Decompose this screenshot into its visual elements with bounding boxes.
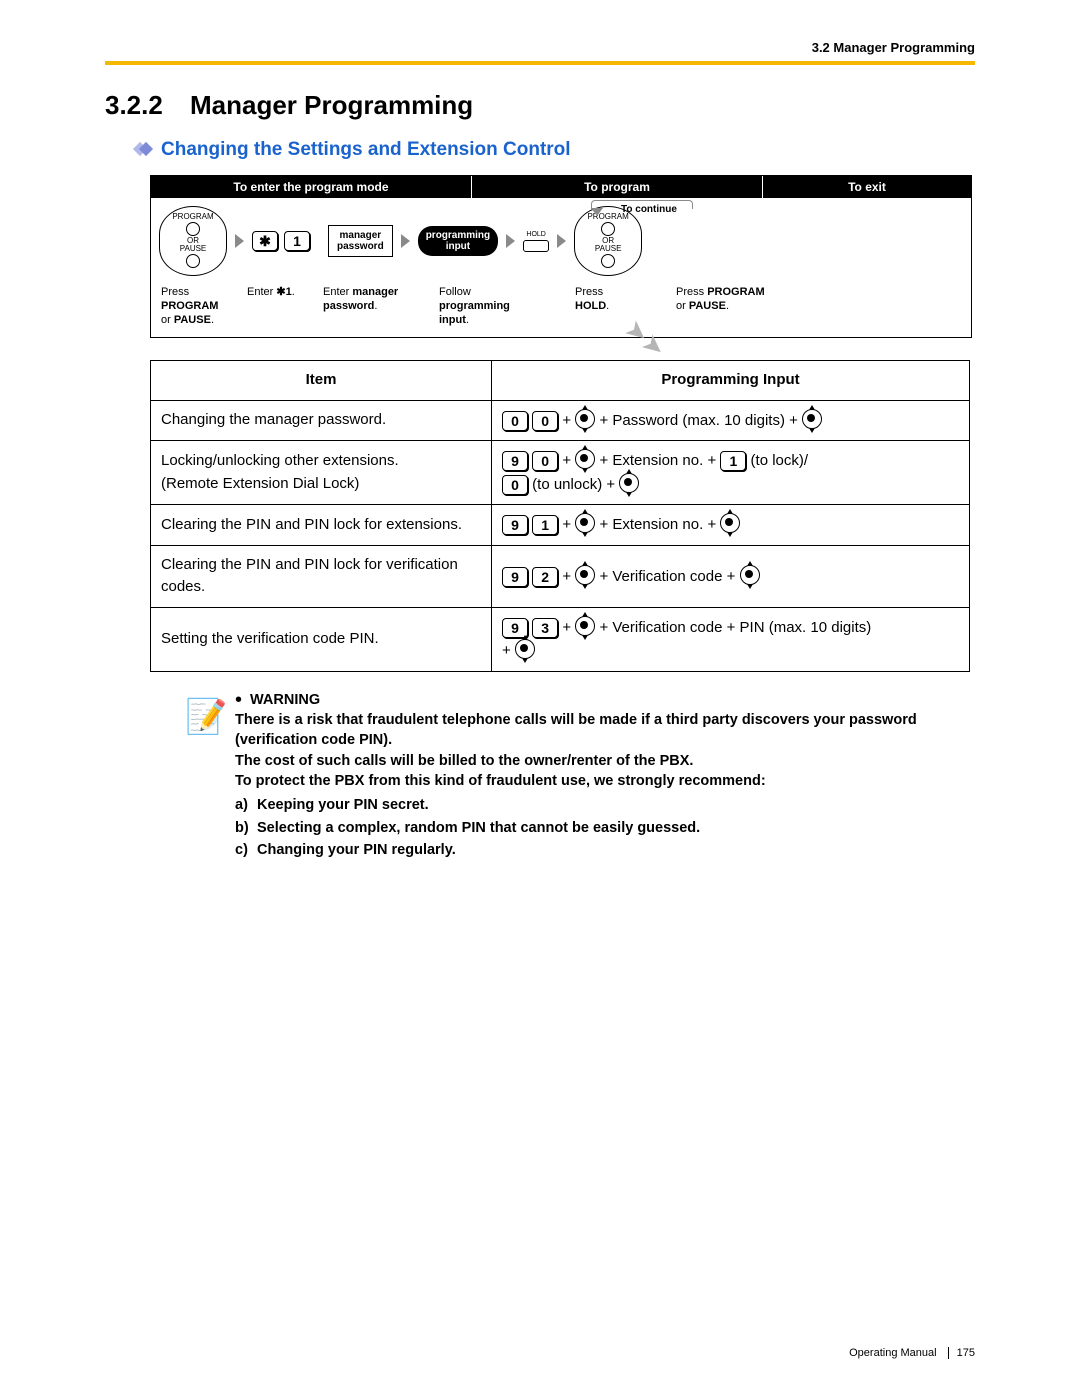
key-star: ✱ — [252, 231, 278, 251]
warning-list: a)Keeping your PIN secret. b)Selecting a… — [235, 795, 970, 860]
continue-label: To continue — [621, 204, 677, 215]
subsection-title: Changing the Settings and Extension Cont… — [135, 139, 975, 161]
item-cell: Clearing the PIN and PIN lock for extens… — [151, 505, 492, 546]
jog-dial-icon — [575, 513, 595, 533]
section-title: 3.2.2Manager Programming — [105, 90, 975, 121]
jog-dial-icon — [575, 409, 595, 429]
key-icon: 2 — [532, 567, 558, 587]
input-cell: 9 0 + + Extension no. + 1 (to lock)/ 0 (… — [492, 441, 970, 505]
warning-title: WARNING — [250, 692, 320, 708]
hold-key-icon: HOLD — [523, 231, 549, 252]
section-text: Manager Programming — [190, 90, 473, 120]
key-icon: 1 — [532, 515, 558, 535]
table-header-row: Item Programming Input — [151, 361, 970, 401]
warning-text: •WARNING There is a risk that fraudulent… — [235, 690, 970, 862]
phone-icon-enter: PROGRAM OR PAUSE — [159, 206, 227, 276]
jog-dial-icon — [740, 565, 760, 585]
item-cell: Changing the manager password. — [151, 400, 492, 441]
running-header: 3.2 Manager Programming — [105, 40, 975, 55]
flow-diagram: To enter the program mode To program To … — [150, 175, 972, 338]
flow-body: PROGRAM OR PAUSE ✱ 1 managerpassword pro… — [151, 198, 971, 280]
key-icon: 0 — [532, 451, 558, 471]
item-cell: Setting the verification code PIN. — [151, 607, 492, 671]
programming-table: Item Programming Input Changing the mana… — [150, 360, 970, 672]
note-icon: 📝 — [185, 690, 235, 862]
jog-dial-icon — [802, 409, 822, 429]
jog-dial-icon — [720, 513, 740, 533]
arrow-icon — [401, 234, 410, 248]
key-icon: 9 — [502, 567, 528, 587]
phone-icon-exit: PROGRAM OR PAUSE — [574, 206, 642, 276]
manager-password-box: managerpassword — [328, 225, 393, 257]
arrow-icon — [557, 234, 566, 248]
arrow-icon — [506, 234, 515, 248]
page-footer: Operating Manual 175 — [849, 1347, 975, 1359]
table-row: Clearing the PIN and PIN lock for extens… — [151, 505, 970, 546]
subsection-text: Changing the Settings and Extension Cont… — [161, 139, 571, 160]
warning-block: 📝 •WARNING There is a risk that fraudule… — [185, 690, 970, 862]
key-icon: 0 — [532, 411, 558, 431]
jog-dial-icon — [515, 639, 535, 659]
jog-dial-icon — [619, 473, 639, 493]
warning-p3: To protect the PBX from this kind of fra… — [235, 773, 766, 789]
item-cell: Locking/unlocking other extensions.(Remo… — [151, 441, 492, 505]
input-cell: 9 2 + + Verification code + — [492, 545, 970, 607]
flow-headers: To enter the program mode To program To … — [151, 176, 971, 198]
flow-header-exit: To exit — [763, 176, 971, 198]
th-prog-input: Programming Input — [492, 361, 970, 401]
jog-dial-icon — [575, 449, 595, 469]
table-row: Setting the verification code PIN. 9 3 +… — [151, 607, 970, 671]
diamond-icon — [135, 139, 161, 160]
input-cell: 0 0 + + Password (max. 10 digits) + — [492, 400, 970, 441]
header-rule — [105, 61, 975, 65]
key-icon: 9 — [502, 451, 528, 471]
table-row: Locking/unlocking other extensions.(Remo… — [151, 441, 970, 505]
item-cell: Clearing the PIN and PIN lock for verifi… — [151, 545, 492, 607]
key-icon: 3 — [532, 618, 558, 638]
key-one: 1 — [284, 231, 310, 251]
section-number: 3.2.2 — [105, 90, 190, 121]
flow-header-program: To program — [472, 176, 763, 198]
key-icon: 9 — [502, 515, 528, 535]
flow-captions: Press PROGRAMor PAUSE. Enter ✱1. Enter m… — [151, 280, 971, 329]
warning-p2: The cost of such calls will be billed to… — [235, 753, 693, 769]
key-icon: 0 — [502, 475, 528, 495]
table-row: Clearing the PIN and PIN lock for verifi… — [151, 545, 970, 607]
footer-book: Operating Manual — [849, 1347, 936, 1359]
jog-dial-icon — [575, 565, 595, 585]
th-item: Item — [151, 361, 492, 401]
flow-header-enter: To enter the program mode — [151, 176, 472, 198]
input-cell: 9 3 + + Verification code + PIN (max. 10… — [492, 607, 970, 671]
footer-page: 175 — [957, 1347, 975, 1359]
warning-p1: There is a risk that fraudulent telephon… — [235, 712, 917, 748]
key-icon: 0 — [502, 411, 528, 431]
input-cell: 9 1 + + Extension no. + — [492, 505, 970, 546]
arrow-icon — [235, 234, 244, 248]
table-row: Changing the manager password. 0 0 + + P… — [151, 400, 970, 441]
key-icon: 1 — [720, 451, 746, 471]
jog-dial-icon — [575, 616, 595, 636]
continue-arrow-icon — [591, 208, 603, 216]
programming-input-pill: programminginput — [418, 226, 498, 256]
